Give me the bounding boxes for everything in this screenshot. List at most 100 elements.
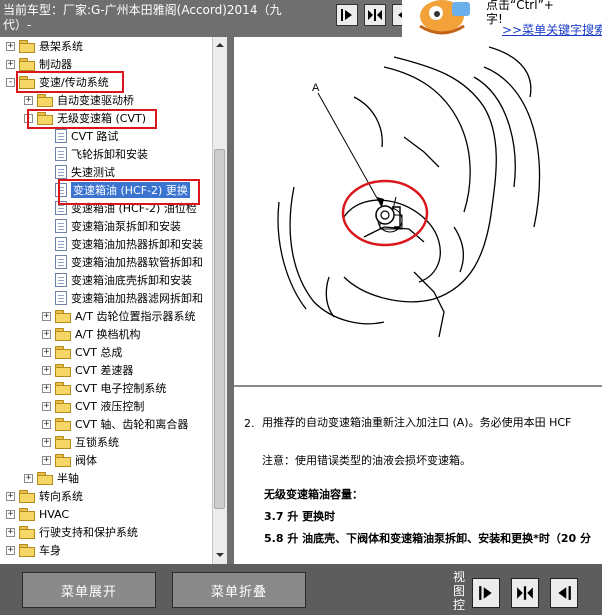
- expand-icon[interactable]: +: [42, 437, 51, 447]
- keyword-search-link[interactable]: >>菜单关键字搜索: [502, 21, 602, 37]
- tree-item-label: A/T 齿轮位置指示器系统: [75, 310, 196, 323]
- tree-item-label: 互锁系统: [75, 436, 119, 449]
- tree-item[interactable]: + 阀体: [42, 451, 97, 469]
- mascot-icon: [419, 0, 470, 35]
- tree-item-label: 悬架系统: [39, 40, 83, 53]
- tree-item-label: CVT 液压控制: [75, 400, 145, 413]
- scroll-down-icon[interactable]: [215, 550, 225, 560]
- folder-icon: [55, 454, 71, 467]
- tree-item[interactable]: 变速箱油底壳拆卸和安装: [55, 271, 192, 289]
- arrow-right-bar-icon: [479, 586, 492, 600]
- tree-item[interactable]: 变速箱油泵拆卸和安装: [55, 217, 181, 235]
- tree-item[interactable]: + 自动变速驱动桥: [24, 91, 134, 109]
- folder-icon: [55, 328, 71, 341]
- folder-icon: [19, 544, 35, 557]
- tree-item[interactable]: + 车身: [6, 541, 61, 559]
- tree-item[interactable]: + A/T 换档机构: [42, 325, 140, 343]
- step-number: 2.: [244, 417, 255, 430]
- view-collapse-right-button[interactable]: [550, 578, 578, 608]
- expand-menu-button[interactable]: 菜单展开: [22, 572, 156, 608]
- folder-icon: [37, 472, 53, 485]
- expand-icon[interactable]: +: [6, 527, 15, 537]
- menu-tree: + 悬架系统 + 制动器 - 变速/传动系统 + 自动变速驱动桥 - 无级变速箱 (CVT) CVT…: [0, 37, 212, 564]
- nav-split-button[interactable]: [364, 4, 386, 26]
- expand-icon[interactable]: +: [6, 509, 15, 519]
- expand-icon[interactable]: +: [42, 365, 51, 375]
- folder-icon: [55, 436, 71, 449]
- caution-note: 注意：使用错误类型的油液会损坏变速箱。: [262, 454, 471, 467]
- tree-item[interactable]: + 半轴: [24, 469, 79, 487]
- top-bar: 当前车型：厂家:G-广州本田雅阁(Accord)2014（九代）- 点击“Ctr…: [0, 0, 602, 37]
- expand-icon[interactable]: +: [42, 311, 51, 321]
- expand-icon[interactable]: +: [42, 347, 51, 357]
- tree-item[interactable]: + A/T 齿轮位置指示器系统: [42, 307, 195, 325]
- document-icon: [55, 129, 67, 143]
- tree-item[interactable]: + CVT 轴、齿轮和离合器: [42, 415, 188, 433]
- figure-label-a: A: [312, 82, 320, 94]
- tree-item[interactable]: 飞轮拆卸和安装: [55, 145, 148, 163]
- expand-icon[interactable]: +: [6, 545, 15, 555]
- expand-icon[interactable]: +: [42, 401, 51, 411]
- capacity-change: 3.7 升 更换时: [264, 510, 336, 523]
- content-pane: A 2. 用推荐的自动变速箱油重新注入加注口 (A)。务必使用本田 HCF 注意…: [234, 37, 602, 564]
- tree-item[interactable]: CVT 路试: [55, 127, 118, 145]
- expand-icon[interactable]: +: [42, 419, 51, 429]
- tree-item[interactable]: + HVAC: [6, 505, 69, 523]
- tree-item-label: CVT 轴、齿轮和离合器: [75, 418, 189, 431]
- tree-item[interactable]: 变速箱油加热器软管拆卸和: [55, 253, 203, 271]
- capacity-overhaul: 5.8 升 油底壳、下阀体和变速箱油泵拆卸、安装和更换*时（20 分: [264, 532, 592, 545]
- expand-icon[interactable]: +: [24, 95, 33, 105]
- search-tip-line2: 字!: [486, 12, 503, 26]
- tree-item-label: 行驶支持和保护系统: [39, 526, 138, 539]
- vehicle-model-title: 当前车型：厂家:G-广州本田雅阁(Accord)2014（九代）-: [3, 3, 282, 32]
- view-collapse-left-button[interactable]: [472, 578, 500, 608]
- collapse-icon[interactable]: -: [6, 77, 15, 87]
- tree-item-label: CVT 路试: [71, 130, 119, 143]
- expand-icon[interactable]: +: [6, 491, 15, 501]
- bottom-bar: 菜单展开 菜单折叠 视图控: [0, 564, 602, 615]
- tree-item-label: 制动器: [39, 58, 72, 71]
- collapse-menu-button[interactable]: 菜单折叠: [172, 572, 306, 608]
- tree-item-label: 变速箱油泵拆卸和安装: [71, 220, 181, 233]
- folder-icon: [19, 508, 35, 521]
- split-arrows-icon: [517, 586, 533, 600]
- expand-icon[interactable]: +: [42, 383, 51, 393]
- tree-item[interactable]: 变速箱油加热器滤网拆卸和: [55, 289, 203, 307]
- scroll-up-icon[interactable]: [215, 40, 225, 50]
- expand-icon[interactable]: +: [6, 41, 15, 51]
- tree-item-label: A/T 换档机构: [75, 328, 141, 341]
- folder-icon: [37, 94, 53, 107]
- expand-icon[interactable]: +: [6, 59, 15, 69]
- tree-item[interactable]: 变速箱油加热器拆卸和安装: [55, 235, 203, 253]
- tree-item-label: 车身: [39, 544, 61, 557]
- document-icon: [55, 291, 67, 305]
- document-icon: [55, 255, 67, 269]
- expand-icon[interactable]: +: [42, 329, 51, 339]
- view-split-button[interactable]: [511, 578, 539, 608]
- folder-icon: [55, 310, 71, 323]
- tree-item[interactable]: + CVT 电子控制系统: [42, 379, 166, 397]
- tree-item[interactable]: + 互锁系统: [42, 433, 119, 451]
- document-icon: [55, 273, 67, 287]
- tree-item[interactable]: + 悬架系统: [6, 37, 83, 55]
- scrollbar-thumb[interactable]: [214, 149, 225, 509]
- tree-item[interactable]: + 行驶支持和保护系统: [6, 523, 138, 541]
- tree-item-label: 失速测试: [71, 166, 115, 179]
- tree-item[interactable]: + CVT 液压控制: [42, 397, 144, 415]
- tree-item[interactable]: + CVT 差速器: [42, 361, 133, 379]
- split-arrows-icon: [368, 9, 382, 21]
- capacity-heading: 无级变速箱油容量：: [264, 488, 363, 501]
- expand-icon[interactable]: +: [24, 473, 33, 483]
- tree-item-label: 转向系统: [39, 490, 83, 503]
- highlight-box-fluid-change: [58, 179, 200, 205]
- nav-collapse-left-button[interactable]: [336, 4, 358, 26]
- document-icon: [55, 237, 67, 251]
- arrow-left-bar-icon: [558, 586, 571, 600]
- folder-icon: [19, 526, 35, 539]
- tree-item-label: 半轴: [57, 472, 79, 485]
- tree-scrollbar[interactable]: [212, 37, 227, 564]
- tree-item-label: HVAC: [39, 507, 70, 521]
- tree-item[interactable]: + 转向系统: [6, 487, 83, 505]
- tree-item[interactable]: + CVT 总成: [42, 343, 122, 361]
- expand-icon[interactable]: +: [42, 455, 51, 465]
